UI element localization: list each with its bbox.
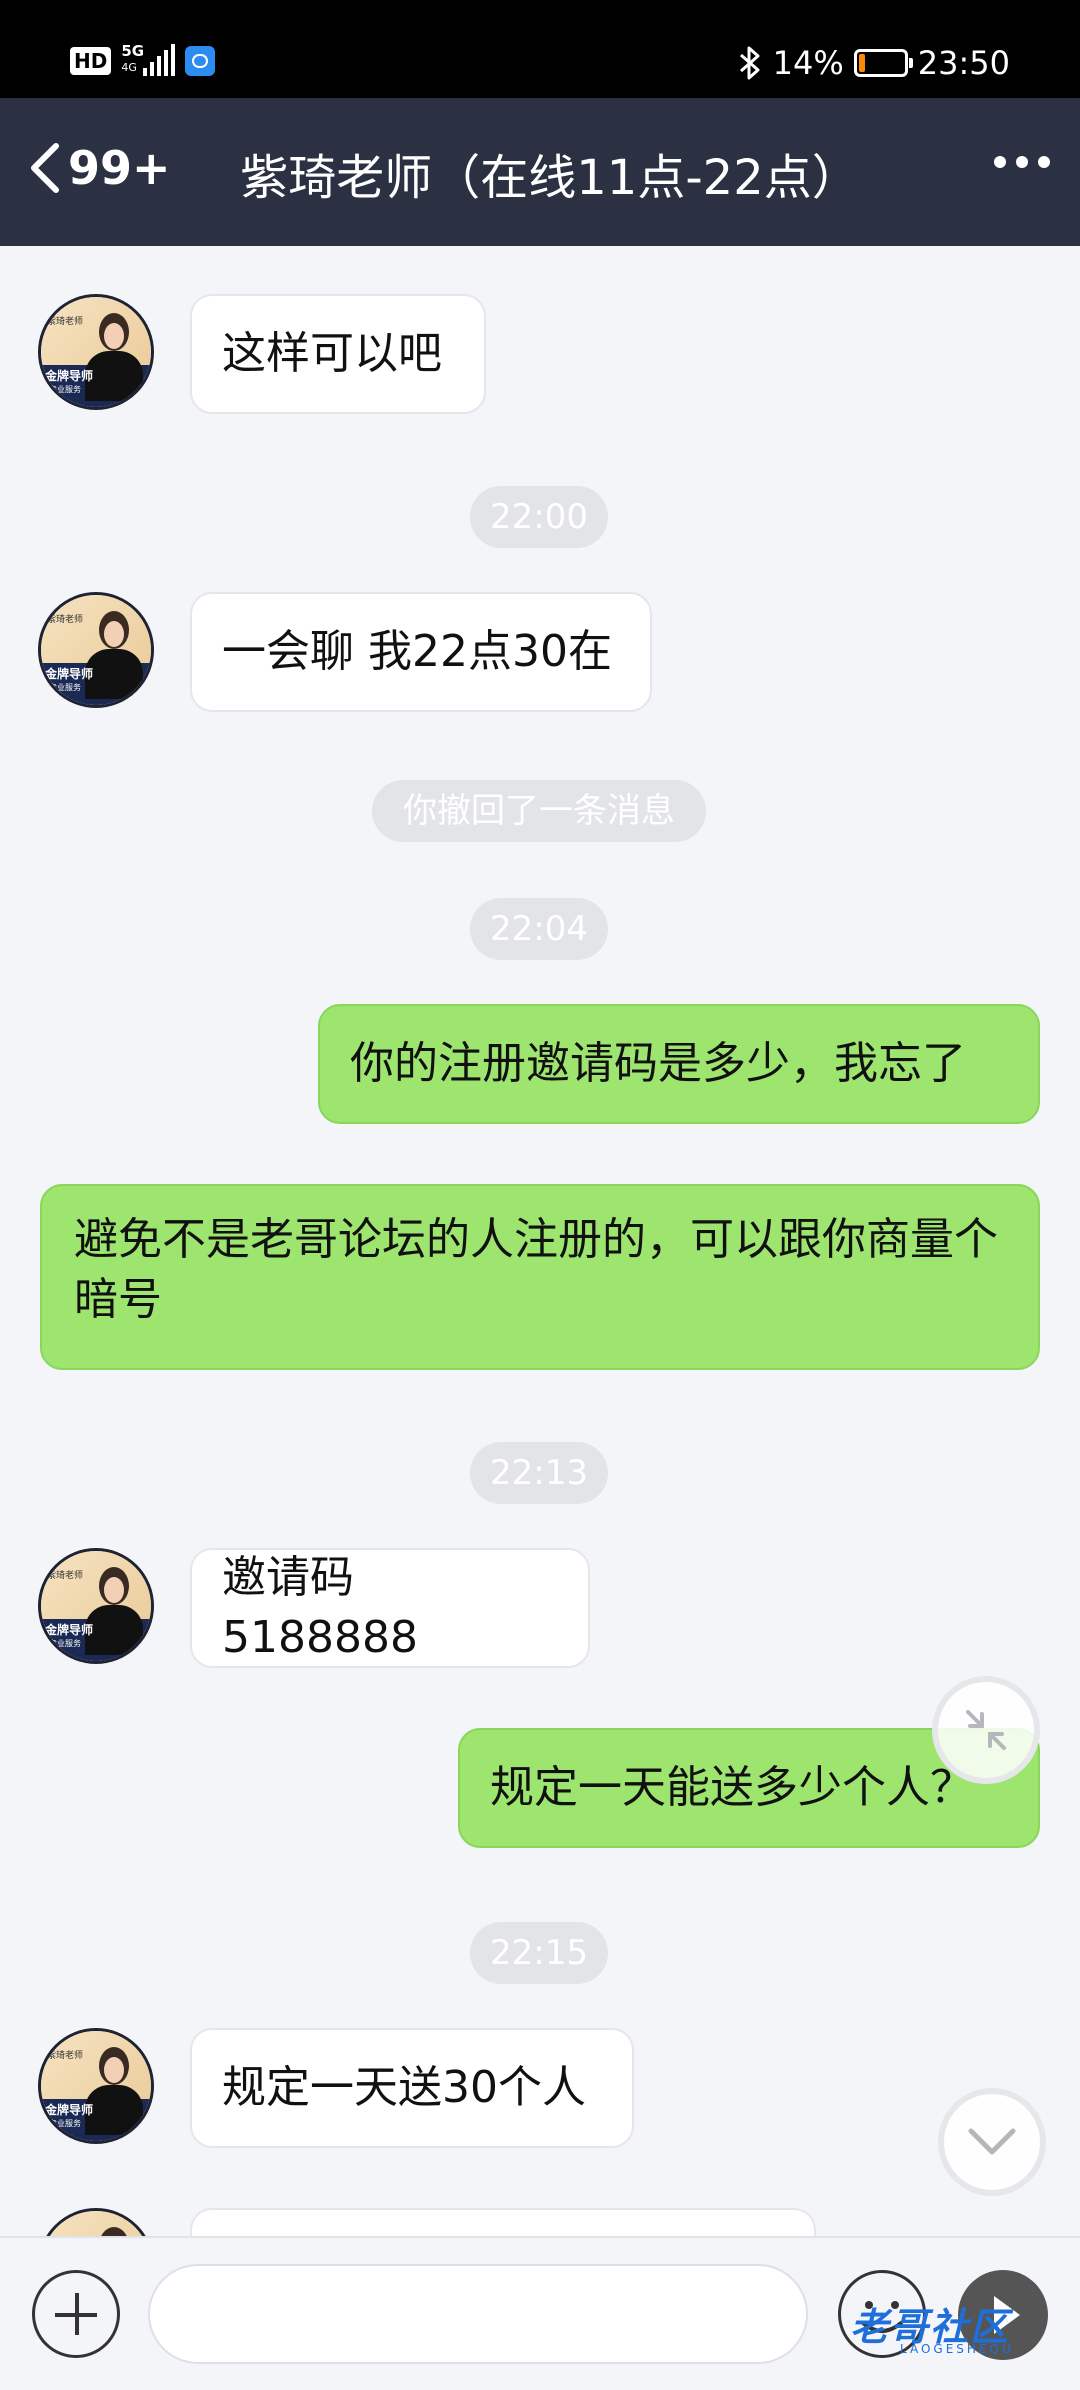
scroll-down-icon[interactable]	[938, 2088, 1046, 2196]
timestamp: 22:00	[470, 486, 608, 548]
avatar-subcaption: 专业服务	[49, 683, 81, 692]
battery-fill	[858, 54, 865, 72]
chat-header: 99+ 紫琦老师（在线11点-22点）	[0, 98, 1080, 246]
minimize-icon[interactable]	[932, 1676, 1040, 1784]
hd-badge: HD	[70, 47, 112, 75]
signal-icon: 5G 4G	[121, 42, 176, 78]
contact-avatar[interactable]	[38, 2208, 154, 2236]
avatar-caption: 紫琦老师	[47, 615, 84, 625]
add-attachment-icon[interactable]	[32, 2270, 120, 2358]
avatar-badge: 金牌导师	[45, 667, 94, 681]
outgoing-message[interactable]: 避免不是老哥论坛的人注册的，可以跟你商量个暗号	[40, 1184, 1040, 1370]
avatar-badge: 金牌导师	[45, 2103, 94, 2117]
network-sub-type: 4G	[121, 61, 137, 74]
incoming-message-partial[interactable]	[190, 2208, 816, 2236]
battery-icon	[853, 49, 913, 77]
back-button[interactable]: 99+	[24, 140, 171, 196]
input-bar: 老哥社区 LAOGESHEQU	[0, 2236, 1080, 2390]
outgoing-message[interactable]: 你的注册邀请码是多少，我忘了	[318, 1004, 1040, 1124]
status-bar: HD 5G 4G 14% 23:50	[0, 0, 1080, 98]
watermark-subtext: LAOGESHEQU	[900, 2342, 1014, 2356]
status-right: 14% 23:50	[737, 44, 1010, 82]
incoming-message[interactable]: 一会聊 我22点30在	[190, 592, 652, 712]
chevron-down-icon	[968, 2128, 1016, 2155]
contact-avatar[interactable]: 紫琦老师 金牌导师 专业服务	[38, 592, 154, 708]
more-options-icon[interactable]	[994, 156, 1050, 168]
incoming-message[interactable]: 规定一天送30个人	[190, 2028, 634, 2148]
unread-count: 99+	[68, 141, 171, 195]
system-notice: 你撤回了一条消息	[372, 780, 706, 842]
avatar-subcaption: 专业服务	[49, 2119, 81, 2128]
message-input[interactable]	[148, 2264, 808, 2364]
timestamp: 22:13	[470, 1442, 608, 1504]
timestamp: 22:04	[470, 898, 608, 960]
collapse-arrows-icon	[966, 1710, 1006, 1750]
avatar-badge: 金牌导师	[45, 1623, 94, 1637]
bluetooth-icon	[739, 46, 760, 80]
contact-avatar[interactable]: 紫琦老师 金牌导师 专业服务	[38, 294, 154, 410]
incoming-message[interactable]: 邀请码 5188888	[190, 1548, 590, 1668]
back-chevron-icon	[31, 143, 59, 193]
battery-percent: 14%	[772, 44, 844, 82]
status-left: HD 5G 4G	[70, 42, 216, 78]
avatar-caption: 紫琦老师	[47, 2051, 84, 2061]
incoming-message[interactable]: 这样可以吧	[190, 294, 486, 414]
message-list[interactable]: 紫琦老师 金牌导师 专业服务 这样可以吧 22:00 紫琦老师 金牌导师 专业服…	[0, 246, 1080, 2236]
avatar-caption: 紫琦老师	[47, 1571, 84, 1581]
network-type: 5G	[121, 42, 145, 60]
clock: 23:50	[917, 44, 1010, 82]
avatar-subcaption: 专业服务	[49, 385, 81, 394]
contact-avatar[interactable]: 紫琦老师 金牌导师 专业服务	[38, 2028, 154, 2144]
timestamp: 22:15	[470, 1922, 608, 1984]
contact-avatar[interactable]: 紫琦老师 金牌导师 专业服务	[38, 1548, 154, 1664]
avatar-caption: 紫琦老师	[47, 317, 84, 327]
app-notification-icon	[185, 46, 216, 76]
avatar-subcaption: 专业服务	[49, 1639, 81, 1648]
signal-bars	[143, 44, 176, 76]
chat-title: 紫琦老师（在线11点-22点）	[240, 150, 860, 206]
avatar-badge: 金牌导师	[45, 369, 94, 383]
